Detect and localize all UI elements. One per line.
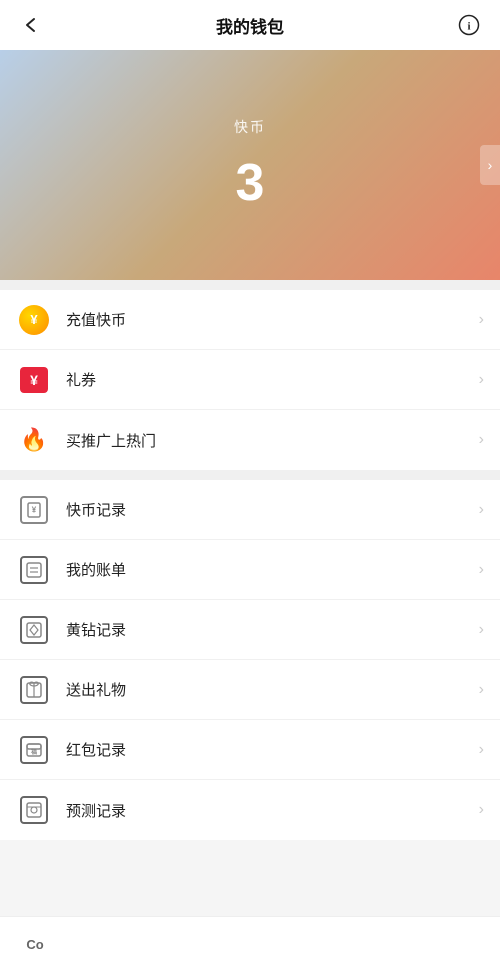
menu-label-diamond-record: 黄钻记录 [66, 619, 479, 640]
menu-item-browse-record[interactable]: 预测记录 › [0, 780, 500, 840]
svg-text:i: i [467, 21, 470, 33]
svg-text:¥: ¥ [32, 505, 37, 514]
coin-record-icon: ¥ [16, 492, 52, 528]
section-divider-1 [0, 280, 500, 290]
bottom-tab-co[interactable]: Co [0, 917, 70, 971]
menu-item-send-gift[interactable]: 送出礼物 › [0, 660, 500, 720]
chevron-icon-coupon: › [479, 371, 484, 389]
wallet-banner: 快币 3 › [0, 50, 500, 280]
bottom-bar: Co [0, 916, 500, 971]
diamond-icon [16, 612, 52, 648]
menu-label-send-gift: 送出礼物 [66, 679, 479, 700]
browse-icon [16, 792, 52, 828]
bottom-tab-label: Co [26, 937, 43, 952]
coupon-icon: ¥ [16, 362, 52, 398]
menu-item-coupon[interactable]: ¥ 礼券 › [0, 350, 500, 410]
coin-icon: ¥ [16, 302, 52, 338]
chevron-icon-my-bill: › [479, 561, 484, 579]
menu-item-redpacket[interactable]: 福 红包记录 › [0, 720, 500, 780]
menu-label-coin-record: 快币记录 [66, 499, 479, 520]
menu-label-redpacket: 红包记录 [66, 739, 479, 760]
redpacket-icon: 福 [16, 732, 52, 768]
menu-item-diamond-record[interactable]: 黄钻记录 › [0, 600, 500, 660]
chevron-icon-recharge: › [479, 311, 484, 329]
menu-item-my-bill[interactable]: 我的账单 › [0, 540, 500, 600]
menu-label-promote: 买推广上热门 [66, 430, 479, 451]
menu-item-coin-record[interactable]: ¥ 快币记录 › [0, 480, 500, 540]
svg-text:福: 福 [30, 748, 37, 756]
bill-icon [16, 552, 52, 588]
chevron-icon-browse-record: › [479, 801, 484, 819]
send-gift-icon [16, 672, 52, 708]
chevron-icon-diamond-record: › [479, 621, 484, 639]
chevron-icon-redpacket: › [479, 741, 484, 759]
section1-list: ¥ 充值快币 › ¥ 礼券 › 🔥 买推广上热门 › [0, 290, 500, 470]
menu-label-browse-record: 预测记录 [66, 800, 479, 821]
chevron-icon-promote: › [479, 431, 484, 449]
chevron-icon-send-gift: › [479, 681, 484, 699]
back-button[interactable] [16, 10, 46, 40]
info-button[interactable]: i [454, 10, 484, 40]
fire-icon: 🔥 [16, 422, 52, 458]
currency-label: 快币 [234, 117, 266, 137]
section2-list: ¥ 快币记录 › 我的账单 › [0, 480, 500, 840]
menu-label-coupon: 礼券 [66, 369, 479, 390]
menu-item-promote[interactable]: 🔥 买推广上热门 › [0, 410, 500, 470]
menu-label-recharge: 充值快币 [66, 309, 479, 330]
menu-item-recharge[interactable]: ¥ 充值快币 › [0, 290, 500, 350]
banner-arrow[interactable]: › [480, 145, 500, 185]
chevron-icon-coin-record: › [479, 501, 484, 519]
header: 我的钱包 i [0, 0, 500, 50]
menu-label-my-bill: 我的账单 [66, 559, 479, 580]
page-title: 我的钱包 [216, 13, 284, 38]
section-divider-2 [0, 470, 500, 480]
currency-value: 3 [236, 153, 265, 213]
